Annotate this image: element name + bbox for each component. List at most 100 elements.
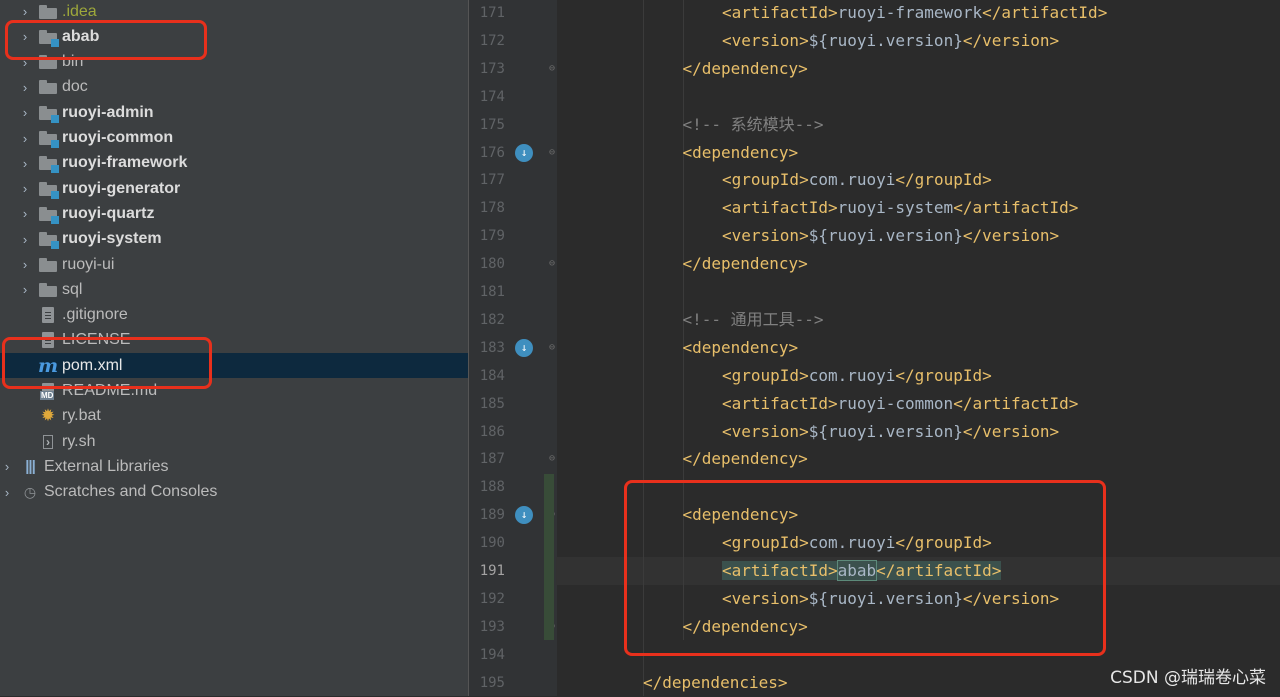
chevron-right-icon[interactable]: › [18,252,32,277]
code-line[interactable]: <version>${ruoyi.version}</version> [722,418,1059,446]
tree-item-pom-xml[interactable]: ›mpom.xml [0,353,468,379]
chevron-right-icon[interactable]: › [0,480,14,505]
code-line[interactable]: </dependency> [683,445,808,473]
tree-item-ry-bat[interactable]: ›✹ry.bat [0,404,468,429]
line-number: 174 [479,88,505,105]
xml-tag: <artifactId> [722,393,838,413]
line-number: 177 [479,172,505,189]
chevron-right-icon[interactable]: › [18,24,32,49]
tree-item-ruoyi-admin[interactable]: › ruoyi-admin [0,100,468,125]
chevron-right-icon[interactable]: › [18,126,32,151]
xml-text: com.ruoyi [808,533,896,553]
tree-item-label: pom.xml [62,356,123,374]
xml-tag: <artifactId> [722,3,838,22]
tree-item-external-libraries[interactable]: › ||| External Libraries [0,454,468,479]
chevron-right-icon[interactable]: › [18,50,32,75]
tree-item-ruoyi-system[interactable]: › ruoyi-system [0,227,468,252]
tree-item-ruoyi-common[interactable]: › ruoyi-common [0,126,468,151]
code-line[interactable]: </dependencies> [643,669,788,697]
line-number: 172 [479,32,505,49]
code-line[interactable]: </dependency> [683,55,808,83]
line-number: 179 [479,228,505,245]
code-line[interactable]: <groupId>com.ruoyi</groupId> [722,529,992,557]
code-line[interactable]: <groupId>com.ruoyi</groupId> [722,362,992,390]
code-line[interactable]: <!-- 系统模块--> [683,111,824,139]
tree-item-license[interactable]: ›LICENSE [0,328,468,353]
xml-tag: </version> [962,421,1060,441]
chevron-right-icon[interactable]: › [18,100,32,125]
code-line[interactable]: <!-- 通用工具--> [683,306,824,334]
tree-item-ruoyi-quartz[interactable]: › ruoyi-quartz [0,201,468,226]
code-line[interactable]: <groupId>com.ruoyi</groupId> [722,166,992,194]
tree-item-ry-sh[interactable]: ››ry.sh [0,429,468,454]
tree-item-ruoyi-ui[interactable]: › ruoyi-ui [0,252,468,277]
libraries-icon: ||| [25,458,36,476]
tree-item-bin[interactable]: › bin [0,50,468,75]
code-line[interactable]: </dependency> [683,613,808,641]
xml-text: ruoyi-framework [837,3,983,22]
tree-item-gitignore[interactable]: ›.gitignore [0,303,468,328]
tree-item-label: Scratches and Consoles [44,483,218,501]
xml-text: ${ruoyi.version} [808,588,963,608]
chevron-right-icon[interactable]: › [18,176,32,201]
xml-tag: <dependency> [682,505,799,525]
xml-tag: </artifactId> [953,393,1079,413]
tree-item-abab[interactable]: › abab [0,24,468,49]
navigate-to-module-icon[interactable]: ↓ [515,338,533,357]
vcs-change-marker[interactable] [544,474,554,640]
folder-icon [38,3,58,21]
tree-item-label: ry.sh [62,432,96,450]
code-line[interactable]: <dependency> [683,139,799,167]
project-tree[interactable]: › .idea › abab › bin › doc › ruoyi-admin › ruoyi-co… [0,0,468,696]
code-line[interactable]: <artifactId>abab</artifactId> [722,557,1002,585]
xml-tag: </groupId> [895,170,992,190]
chevron-right-icon[interactable]: › [18,201,32,226]
chevron-right-icon[interactable]: › [18,277,32,302]
code-line[interactable]: <artifactId>ruoyi-common</artifactId> [722,390,1078,418]
xml-comment: <!-- 系统模块--> [682,114,824,134]
chevron-right-icon[interactable]: › [18,151,32,176]
navigate-to-module-icon[interactable]: ↓ [515,143,533,162]
tree-item-label: doc [62,78,88,96]
code-line[interactable]: <dependency> [683,334,799,362]
tree-item-sql[interactable]: › sql [0,277,468,302]
line-number: 178 [479,200,505,217]
xml-text: abab [836,560,878,581]
tree-item-label: ruoyi-generator [62,179,181,197]
code-line[interactable]: <version>${ruoyi.version}</version> [722,585,1059,613]
chevron-right-icon[interactable]: › [18,75,32,100]
code-line[interactable]: <dependency> [683,501,799,529]
chevron-right-icon[interactable]: › [0,454,14,479]
tree-item-label: ruoyi-framework [62,154,188,172]
tree-item-label: ruoyi-common [62,129,174,146]
chevron-right-icon[interactable]: › [18,227,32,252]
tree-item-scratches-and-consoles[interactable]: › ◷ Scratches and Consoles [0,480,468,505]
tree-item-label: README.md [62,382,158,399]
module-folder-icon [38,230,59,250]
navigate-to-module-icon[interactable]: ↓ [515,506,533,525]
module-folder-icon [38,154,59,174]
tree-item-label: ruoyi-quartz [62,204,155,222]
maven-icon: m [37,354,59,377]
tree-item-ruoyi-generator[interactable]: › ruoyi-generator [0,176,468,201]
xml-tag: <version> [722,30,809,50]
folder-icon [38,281,58,299]
tree-item-readme-md[interactable]: ›MDREADME.md [0,379,468,404]
xml-tag: </version> [962,588,1060,608]
code-editor[interactable]: <artifactId>ruoyi-framework</artifactId>… [556,0,1280,696]
tree-item-doc[interactable]: › doc [0,75,468,100]
chevron-right-icon[interactable]: › [18,0,32,24]
xml-text: ${ruoyi.version} [808,226,963,246]
line-number: 191 [479,563,505,579]
code-line[interactable]: <version>${ruoyi.version}</version> [722,27,1059,55]
code-line[interactable]: <artifactId>ruoyi-framework</artifactId> [722,0,1107,27]
line-number: 176 [479,144,505,161]
tree-item-idea[interactable]: › .idea [0,0,468,24]
code-line[interactable]: <artifactId>ruoyi-system</artifactId> [722,194,1078,222]
xml-tag: </version> [962,30,1060,50]
code-line[interactable]: <version>${ruoyi.version}</version> [722,222,1059,250]
module-folder-icon [38,28,59,47]
code-line[interactable]: </dependency> [683,250,808,278]
tree-item-ruoyi-framework[interactable]: › ruoyi-framework [0,151,468,176]
line-number: 187 [479,451,505,468]
